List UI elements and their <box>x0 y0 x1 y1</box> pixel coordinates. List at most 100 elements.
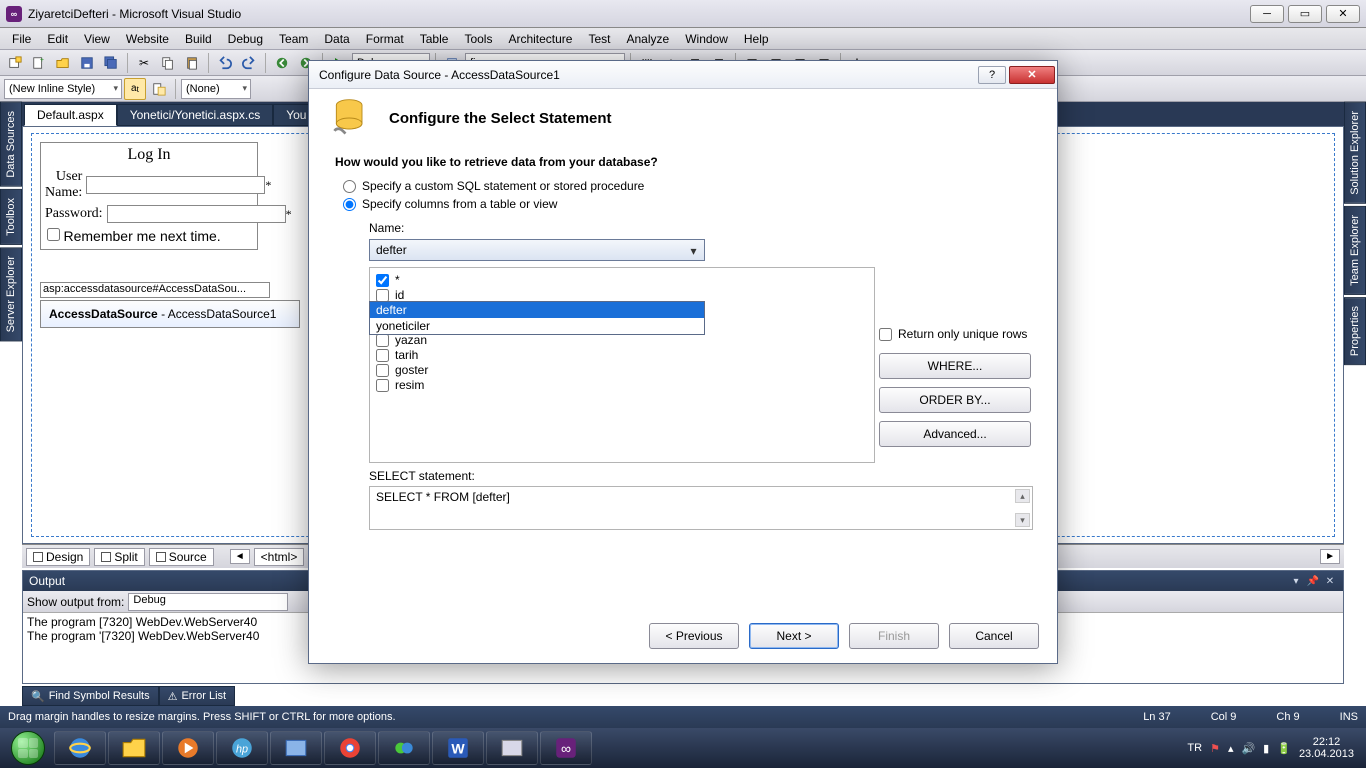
tray-action-center-icon[interactable]: ⚑ <box>1210 742 1220 755</box>
menu-format[interactable]: Format <box>358 30 412 48</box>
crumb-html[interactable]: <html> <box>254 548 305 566</box>
taskbar-msn[interactable] <box>378 731 430 765</box>
column-checkbox[interactable] <box>376 349 389 362</box>
view-split[interactable]: Split <box>94 548 144 566</box>
table-name-combobox[interactable]: defter ▾ <box>369 239 705 261</box>
taskbar-vs[interactable]: ∞ <box>540 731 592 765</box>
tray-lang[interactable]: TR <box>1187 742 1202 754</box>
where-button[interactable]: WHERE... <box>879 353 1031 379</box>
undo-icon[interactable] <box>214 52 236 74</box>
close-button[interactable]: ✕ <box>1326 5 1360 23</box>
menu-file[interactable]: File <box>4 30 39 48</box>
doc-tab-yonetici[interactable]: Yonetici/Yonetici.aspx.cs <box>117 104 274 126</box>
redo-icon[interactable] <box>238 52 260 74</box>
doc-tab-default[interactable]: Default.aspx <box>24 104 117 126</box>
dialog-help-button[interactable]: ? <box>978 66 1006 84</box>
menu-window[interactable]: Window <box>677 30 736 48</box>
taskbar-app2[interactable] <box>486 731 538 765</box>
crumb-prev[interactable]: ◄ <box>230 549 250 564</box>
next-button[interactable]: Next > <box>749 623 839 649</box>
menu-team[interactable]: Team <box>271 30 316 48</box>
taskbar-chrome[interactable] <box>324 731 376 765</box>
menu-table[interactable]: Table <box>412 30 457 48</box>
minimize-button[interactable]: ─ <box>1250 5 1284 23</box>
unique-rows-option[interactable]: Return only unique rows <box>879 327 1031 341</box>
copy-icon[interactable] <box>157 52 179 74</box>
crumb-next[interactable]: ► <box>1320 549 1340 564</box>
password-field[interactable] <box>107 205 286 223</box>
paste-icon[interactable] <box>181 52 203 74</box>
radio-table-columns[interactable]: Specify columns from a table or view <box>343 197 1031 211</box>
view-design[interactable]: Design <box>26 548 90 566</box>
output-dropdown-icon[interactable]: ▾ <box>1289 574 1303 588</box>
output-close-icon[interactable]: ✕ <box>1323 574 1337 588</box>
open-icon[interactable] <box>52 52 74 74</box>
columns-listbox[interactable]: * id konu mesaj yazan tarih goster resim <box>369 267 875 463</box>
menu-view[interactable]: View <box>76 30 118 48</box>
advanced-button[interactable]: Advanced... <box>879 421 1031 447</box>
taskbar-mediaplayer[interactable] <box>162 731 214 765</box>
tab-properties[interactable]: Properties <box>1344 297 1366 365</box>
save-icon[interactable] <box>76 52 98 74</box>
taskbar-ie[interactable] <box>54 731 106 765</box>
tab-error-list[interactable]: ⚠ Error List <box>159 686 236 706</box>
menu-website[interactable]: Website <box>118 30 177 48</box>
menu-tools[interactable]: Tools <box>456 30 500 48</box>
output-from-dropdown[interactable]: Debug <box>128 593 288 611</box>
tray-battery-icon[interactable]: 🔋 <box>1277 742 1291 755</box>
radio-custom-sql[interactable]: Specify a custom SQL statement or stored… <box>343 179 1031 193</box>
tray-clock[interactable]: 22:1223.04.2013 <box>1299 736 1354 760</box>
login-control[interactable]: Log In User Name:* Password:* Remember m… <box>40 142 258 250</box>
nav-back-icon[interactable] <box>271 52 293 74</box>
new-project-icon[interactable] <box>4 52 26 74</box>
radio-table-columns-input[interactable] <box>343 198 356 211</box>
scroll-up-icon[interactable]: ▴ <box>1015 489 1030 503</box>
menu-build[interactable]: Build <box>177 30 220 48</box>
remember-checkbox[interactable] <box>47 228 60 241</box>
combo-item[interactable]: defter <box>370 302 704 318</box>
username-field[interactable] <box>86 176 265 194</box>
table-name-dropdown-list[interactable]: defter yoneticiler <box>369 301 705 335</box>
cut-icon[interactable]: ✂ <box>133 52 155 74</box>
tab-solution-explorer[interactable]: Solution Explorer <box>1344 102 1366 204</box>
add-item-icon[interactable]: + <box>28 52 50 74</box>
style-dropdown[interactable]: (New Inline Style) <box>4 79 122 99</box>
tab-toolbox[interactable]: Toolbox <box>0 189 22 245</box>
style-apply-icon[interactable]: at <box>124 78 146 100</box>
menu-data[interactable]: Data <box>316 30 357 48</box>
start-button[interactable] <box>4 730 52 766</box>
view-source[interactable]: Source <box>149 548 214 566</box>
taskbar-explorer[interactable] <box>108 731 160 765</box>
tab-server-explorer[interactable]: Server Explorer <box>0 247 22 341</box>
maximize-button[interactable]: ▭ <box>1288 5 1322 23</box>
column-checkbox[interactable] <box>376 274 389 287</box>
menu-edit[interactable]: Edit <box>39 30 76 48</box>
tray-up-icon[interactable]: ▴ <box>1228 742 1234 755</box>
tab-find-symbol[interactable]: 🔍 Find Symbol Results <box>22 686 159 706</box>
orderby-button[interactable]: ORDER BY... <box>879 387 1031 413</box>
scroll-down-icon[interactable]: ▾ <box>1015 513 1030 527</box>
previous-button[interactable]: < Previous <box>649 623 739 649</box>
column-checkbox[interactable] <box>376 334 389 347</box>
column-checkbox[interactable] <box>376 364 389 377</box>
dialog-close-button[interactable]: ✕ <box>1009 66 1055 84</box>
tab-team-explorer[interactable]: Team Explorer <box>1344 206 1366 295</box>
tag-navigator[interactable]: asp:accessdatasource#AccessDataSou... <box>40 282 270 298</box>
finish-button[interactable]: Finish <box>849 623 939 649</box>
menu-debug[interactable]: Debug <box>220 30 271 48</box>
column-checkbox[interactable] <box>376 289 389 302</box>
save-all-icon[interactable] <box>100 52 122 74</box>
tray-network-icon[interactable]: ▮ <box>1263 742 1269 755</box>
taskbar-app1[interactable] <box>270 731 322 765</box>
menu-analyze[interactable]: Analyze <box>619 30 678 48</box>
menu-architecture[interactable]: Architecture <box>500 30 580 48</box>
output-pin-icon[interactable]: 📌 <box>1306 574 1320 588</box>
menu-test[interactable]: Test <box>580 30 618 48</box>
column-checkbox[interactable] <box>376 379 389 392</box>
menu-help[interactable]: Help <box>736 30 777 48</box>
select-statement-box[interactable]: SELECT * FROM [defter] ▴ ▾ <box>369 486 1033 530</box>
rule-dropdown[interactable]: (None) <box>181 79 251 99</box>
tab-data-sources[interactable]: Data Sources <box>0 102 22 187</box>
combo-item[interactable]: yoneticiler <box>370 318 704 334</box>
radio-custom-sql-input[interactable] <box>343 180 356 193</box>
